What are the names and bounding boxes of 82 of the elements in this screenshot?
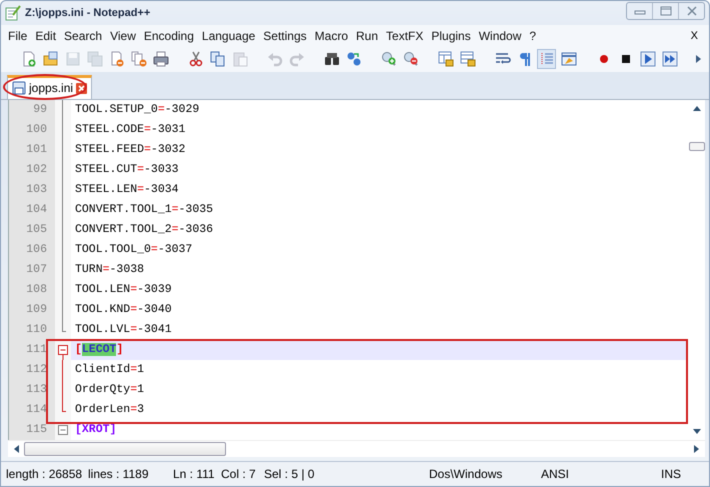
zoom-in-icon[interactable]	[380, 51, 396, 67]
line-number: 106	[9, 240, 55, 260]
status-field: Sel : 5 | 0	[264, 467, 429, 481]
menu-item[interactable]: ?	[525, 26, 540, 44]
code-line: STEEL.CODE=-3031	[75, 123, 186, 136]
window-icon[interactable]	[560, 51, 576, 67]
code-line: CONVERT.TOOL_2=-3036	[75, 223, 214, 236]
printer-icon[interactable]	[152, 51, 168, 67]
code-line: STEEL.FEED=-3032	[75, 143, 186, 156]
menu-item[interactable]: Language	[198, 26, 260, 44]
menu-item[interactable]: Search	[60, 26, 106, 44]
line-number: 100	[9, 120, 55, 140]
line-number: 109	[9, 300, 55, 320]
scissors-icon[interactable]	[188, 51, 204, 67]
menu-item[interactable]: Edit	[31, 26, 60, 44]
line-number: 114	[9, 400, 55, 420]
status-field: length : 26858	[6, 467, 88, 481]
scrollbar-thumb[interactable]	[688, 142, 704, 151]
menu-item[interactable]: TextFX	[382, 26, 428, 44]
pages-close-icon[interactable]	[130, 51, 146, 67]
zoom-out-icon[interactable]	[402, 51, 418, 67]
scrollbar-thumb[interactable]	[24, 442, 226, 456]
overflow-arrow-icon[interactable]	[693, 54, 703, 64]
page-close-icon[interactable]	[108, 51, 124, 67]
line-number: 101	[9, 140, 55, 160]
new-file-icon[interactable]	[20, 51, 36, 67]
status-field: lines : 1189	[88, 467, 173, 481]
status-field: Ln : 111	[173, 467, 221, 481]
scroll-left-icon[interactable]	[12, 444, 20, 454]
code-line: STEEL.LEN=-3034	[75, 183, 179, 196]
line-number: 99	[9, 100, 55, 120]
menu-item[interactable]: Run	[352, 26, 382, 44]
code-line: TURN=-3038	[75, 263, 144, 276]
status-field: INS	[661, 467, 709, 481]
window-title: Z:\jopps.ini - Notepad++	[25, 7, 152, 19]
status-field: ANSI	[541, 467, 661, 481]
notepad-icon	[5, 5, 21, 21]
line-number: 111	[9, 340, 55, 360]
line-number: 113	[9, 380, 55, 400]
window-lock-icon[interactable]	[438, 51, 454, 67]
code-line: TOOL.LEN=-3039	[75, 283, 172, 296]
code-line: CONVERT.TOOL_1=-3035	[75, 203, 214, 216]
code-line: ClientId=1	[75, 363, 144, 376]
menu-item[interactable]: Encoding	[140, 26, 198, 44]
line-number: 104	[9, 200, 55, 220]
scroll-right-icon[interactable]	[693, 444, 701, 454]
scroll-down-icon[interactable]	[692, 428, 702, 436]
binoculars-icon[interactable]	[324, 51, 340, 67]
menu-item[interactable]: Settings	[259, 26, 311, 44]
code-line: TOOL.TOOL_0=-3037	[75, 243, 192, 256]
fast-forward-icon[interactable]	[662, 51, 678, 67]
folder-icon[interactable]	[42, 51, 58, 67]
status-field: Col : 7	[221, 467, 264, 481]
line-number: 105	[9, 220, 55, 240]
menu-item[interactable]: Window	[474, 26, 526, 44]
maximize-icon[interactable]	[660, 6, 672, 16]
line-number: 102	[9, 160, 55, 180]
code-line: OrderLen=3	[75, 403, 144, 416]
menu-item[interactable]: View	[106, 26, 140, 44]
floppy-icon	[12, 81, 26, 95]
play-icon[interactable]	[640, 51, 656, 67]
menu-item[interactable]: File	[4, 26, 32, 44]
code-line: STEEL.CUT=-3033	[75, 163, 179, 176]
menu-item[interactable]: Plugins	[427, 26, 475, 44]
code-line: TOOL.KND=-3040	[75, 303, 172, 316]
copy-icon[interactable]	[210, 51, 226, 67]
menu-item[interactable]: Macro	[310, 26, 352, 44]
close-icon[interactable]	[686, 6, 698, 16]
line-number: 110	[9, 320, 55, 340]
scroll-up-icon[interactable]	[692, 104, 702, 112]
code-line: TOOL.SETUP_0=-3029	[75, 103, 200, 116]
window-lock-icon[interactable]	[460, 51, 476, 67]
section-header: [LECOT]	[75, 343, 124, 356]
line-number: 103	[9, 180, 55, 200]
line-number: 115	[9, 420, 55, 440]
code-line: TOOL.LVL=-3041	[75, 323, 172, 336]
code-line: OrderQty=1	[75, 383, 144, 396]
line-number: 112	[9, 360, 55, 380]
line-number: 108	[9, 280, 55, 300]
close-document-button[interactable]: X	[682, 28, 706, 44]
status-field: Dos\Windows	[429, 467, 541, 481]
line-number: 107	[9, 260, 55, 280]
